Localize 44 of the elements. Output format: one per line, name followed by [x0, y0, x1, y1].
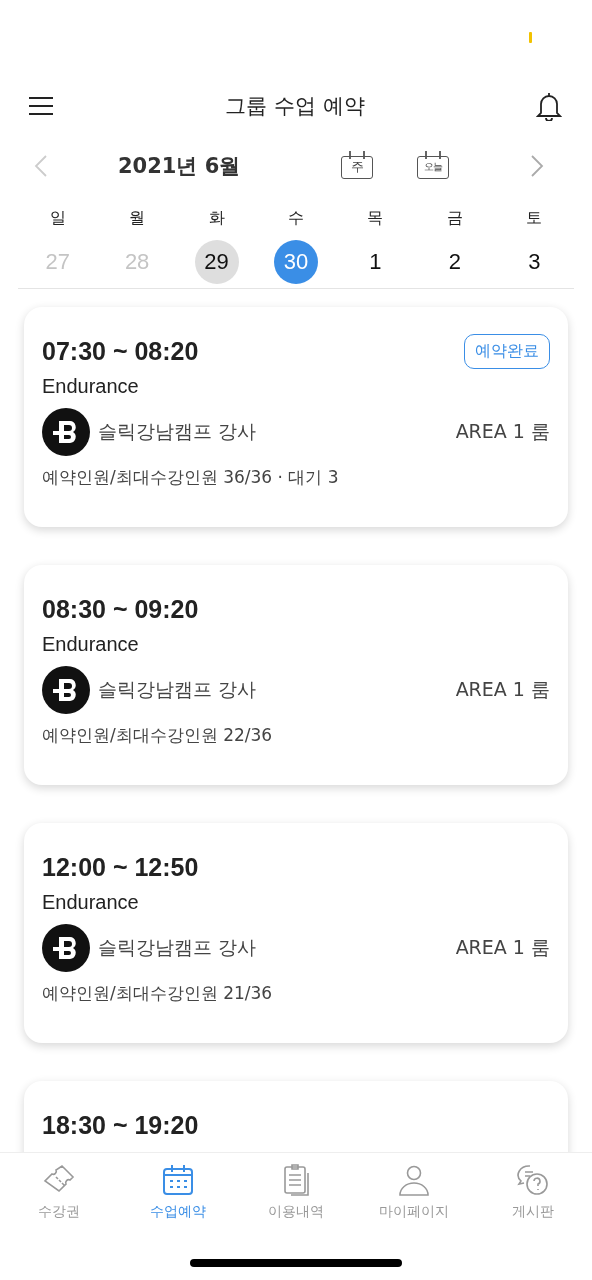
room-label: AREA 1 룸: [455, 677, 550, 702]
reservation-status-badge: 예약완료: [464, 333, 550, 369]
page-title: 그룹 수업 예약: [225, 93, 365, 120]
instructor-name: 슬릭강남캠프 강사: [98, 935, 258, 960]
class-card[interactable]: 18:30 ~ 19:20: [24, 1081, 568, 1152]
instructor-logo-icon: [42, 666, 90, 714]
date-cell[interactable]: 3: [512, 240, 557, 284]
date-cell[interactable]: 1: [353, 240, 398, 284]
instructor-logo-icon: [42, 408, 90, 456]
class-name: Endurance: [42, 633, 139, 656]
month-label: 2021년 6월: [118, 153, 242, 180]
weekday-label: 목: [366, 207, 385, 229]
bell-icon[interactable]: [536, 91, 562, 121]
class-time: 07:30 ~ 08:20: [42, 336, 199, 366]
menu-icon[interactable]: [28, 96, 54, 116]
instructor-name: 슬릭강남캠프 강사: [98, 677, 258, 702]
person-icon: [397, 1163, 432, 1197]
class-name: Endurance: [42, 375, 139, 398]
nav-tab[interactable]: 수업예약: [118, 1163, 237, 1221]
class-time: 18:30 ~ 19:20: [42, 1110, 199, 1140]
weekday-label: 일: [48, 207, 67, 229]
date-cell[interactable]: 29: [194, 240, 239, 284]
room-label: AREA 1 룸: [455, 935, 550, 960]
capacity-text: 예약인원/최대수강인원 22/36: [42, 724, 273, 747]
room-label: AREA 1 룸: [455, 419, 550, 444]
class-card[interactable]: 07:30 ~ 08:20 예약완료 Endurance 슬릭강남캠프 강사 AREA 1 룸 예약인원/최대수강인원 36/36 · 대기 3: [24, 307, 568, 527]
class-name: Endurance: [42, 891, 139, 914]
weekday-label: 월: [128, 207, 147, 229]
weekday-label: 화: [207, 207, 226, 229]
capacity-text: 예약인원/최대수강인원 36/36 · 대기 3: [42, 466, 339, 489]
chat-question-icon: [515, 1163, 550, 1197]
class-time: 12:00 ~ 12:50: [42, 852, 199, 882]
weekday-label: 금: [445, 207, 464, 229]
weekday-label: 수: [287, 207, 305, 229]
date-cell[interactable]: 2: [432, 240, 477, 284]
class-card[interactable]: 12:00 ~ 12:50 Endurance 슬릭강남캠프 강사 AREA 1 룸 예약인원/최대수강인원 21/36: [24, 823, 568, 1043]
instructor-logo-icon: [42, 924, 90, 972]
instructor-name: 슬릭강남캠프 강사: [98, 419, 258, 444]
calendar-icon: [160, 1163, 195, 1197]
weekday-label: 토: [525, 207, 544, 229]
capacity-text: 예약인원/최대수강인원 21/36: [42, 982, 273, 1005]
class-time: 08:30 ~ 09:20: [42, 594, 199, 624]
class-card[interactable]: 08:30 ~ 09:20 Endurance 슬릭강남캠프 강사 AREA 1 룸 예약인원/최대수강인원 22/36: [24, 565, 568, 785]
status-indicator: [529, 32, 532, 43]
